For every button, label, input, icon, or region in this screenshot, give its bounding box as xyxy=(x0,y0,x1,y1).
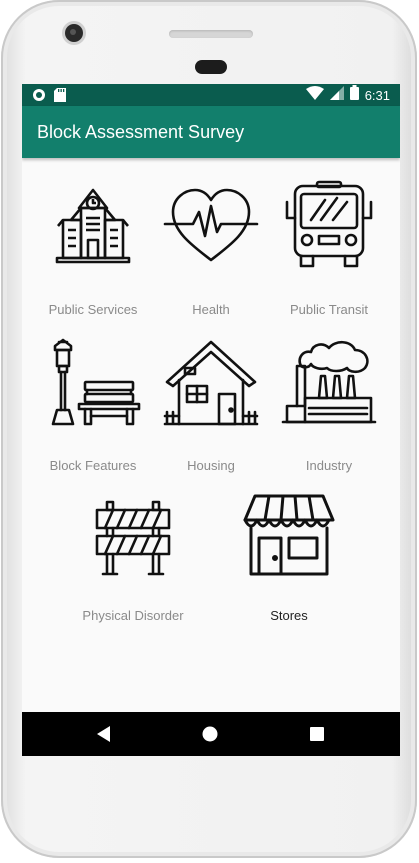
signal-icon xyxy=(329,85,344,105)
factory-icon xyxy=(281,340,377,424)
category-label: Health xyxy=(192,302,230,317)
house-icon xyxy=(163,340,259,426)
category-label: Block Features xyxy=(49,458,137,473)
proximity-sensor xyxy=(195,60,227,74)
category-physical-disorder[interactable]: Physical Disorder xyxy=(70,490,196,640)
home-icon xyxy=(202,726,218,742)
sd-card-icon xyxy=(54,88,66,107)
category-public-services[interactable]: Public Services xyxy=(30,178,156,328)
nav-back-button[interactable] xyxy=(74,712,134,756)
public-services-building-icon xyxy=(55,188,131,264)
phone-frame: 6:31 Block Assessment Survey Public Serv… xyxy=(1,0,417,858)
category-label: Physical Disorder xyxy=(82,608,184,623)
category-label: Stores xyxy=(270,608,308,623)
clock: 6:31 xyxy=(364,87,390,103)
bus-icon xyxy=(285,180,373,268)
category-housing[interactable]: Housing xyxy=(148,334,274,484)
app-title: Block Assessment Survey xyxy=(37,122,245,142)
category-label: Public Transit xyxy=(289,302,369,317)
category-health[interactable]: Health xyxy=(148,178,274,328)
category-industry[interactable]: Industry xyxy=(266,334,392,484)
category-public-transit[interactable]: Public Transit xyxy=(266,178,392,328)
wifi-icon xyxy=(305,85,324,105)
category-grid: Public Services Health Public Transit Bl… xyxy=(22,158,400,712)
category-label: Public Services xyxy=(48,302,138,317)
storefront-icon xyxy=(243,494,335,576)
category-block-features[interactable]: Block Features xyxy=(30,334,156,484)
earpiece-speaker xyxy=(169,30,253,38)
navigation-bar xyxy=(22,712,400,756)
nav-home-button[interactable] xyxy=(180,712,240,756)
status-bar: 6:31 xyxy=(22,84,400,106)
battery-icon xyxy=(349,85,359,105)
streetlamp-bench-icon xyxy=(51,338,141,426)
barricade-icon xyxy=(95,500,171,576)
screen: 6:31 Block Assessment Survey Public Serv… xyxy=(22,84,400,756)
app-bar: Block Assessment Survey xyxy=(22,106,400,158)
back-icon xyxy=(97,726,110,742)
recents-icon xyxy=(310,727,324,741)
front-camera xyxy=(65,24,83,42)
category-label: Industry xyxy=(305,458,353,473)
category-label: Housing xyxy=(187,458,235,473)
heartbeat-icon xyxy=(163,188,259,262)
category-stores[interactable]: Stores xyxy=(226,490,352,640)
circle-notification-icon xyxy=(32,88,46,107)
nav-recents-button[interactable] xyxy=(287,712,347,756)
